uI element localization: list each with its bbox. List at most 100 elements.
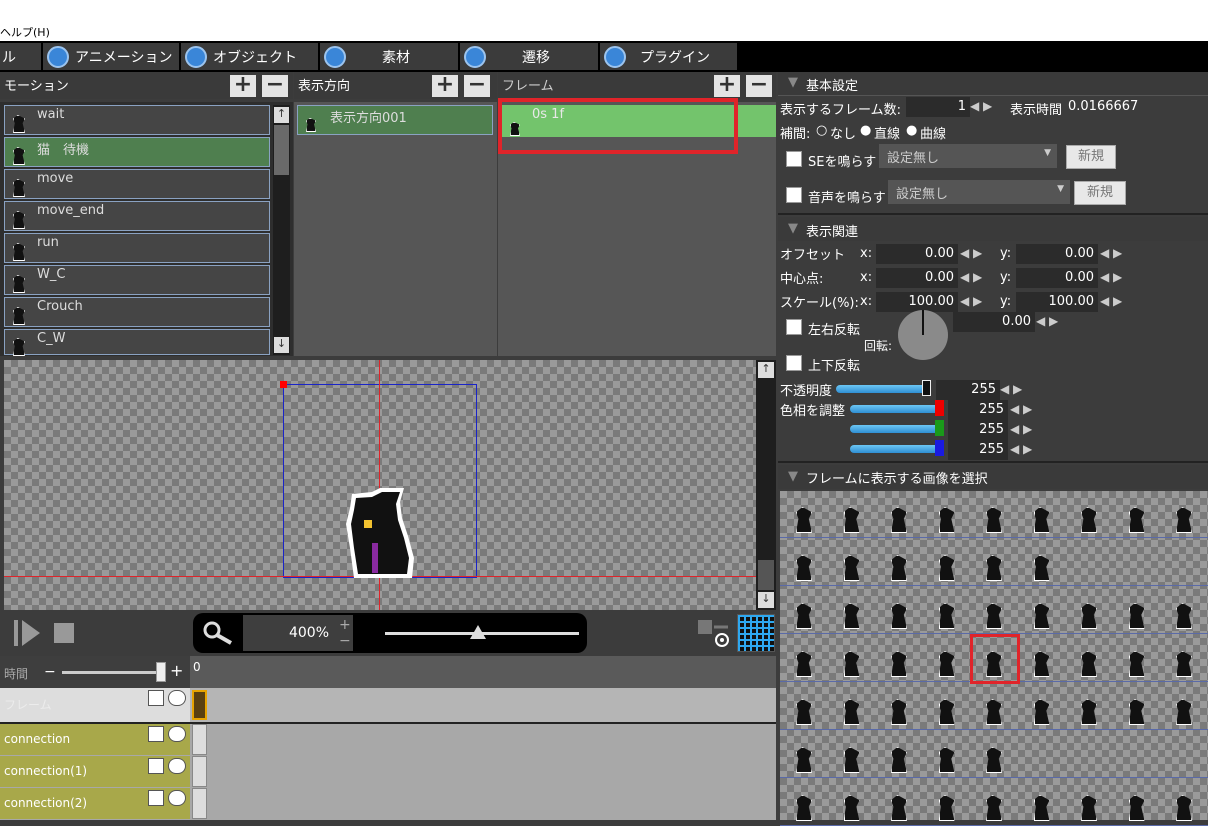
sprite-cell[interactable] [938,555,955,581]
offset-x-field[interactable]: 0.00 [876,244,958,264]
hue-b-field[interactable]: 255 [948,440,1008,460]
voice-dropdown[interactable]: 設定無し ▼ [888,180,1070,204]
sprite-cell[interactable] [1081,603,1097,629]
rotation-stepper[interactable]: ◀ ▶ [1036,314,1066,334]
center-y-field[interactable]: 0.00 [1016,268,1098,288]
se-new-button[interactable]: 新規 [1066,145,1116,169]
hue-r-thumb[interactable] [935,400,944,416]
center-x-stepper[interactable]: ◀ ▶ [960,270,990,290]
sprite-cell[interactable] [843,507,860,533]
add-direction-button[interactable]: + [432,74,458,97]
sprite-cell[interactable] [1128,795,1145,821]
hue-g-slider[interactable] [850,425,940,433]
sprite-cell[interactable] [1033,507,1050,533]
zoom-slider-thumb[interactable] [470,625,486,639]
offset-x-stepper[interactable]: ◀ ▶ [960,246,990,266]
sprite-cell[interactable] [843,651,860,677]
motion-item[interactable]: move [4,169,270,199]
sprite-sheet-grid[interactable] [780,491,1208,826]
sprite-cell[interactable] [938,795,955,821]
center-y-stepper[interactable]: ◀ ▶ [1100,270,1130,290]
offset-y-stepper[interactable]: ◀ ▶ [1100,246,1130,266]
scale-y-field[interactable]: 100.00 [1016,292,1098,312]
display-settings-header[interactable]: ▼ 表示関連 [778,217,1208,241]
motion-item[interactable]: run [4,233,270,263]
sprite-cell[interactable] [1128,507,1145,533]
sprite-cell[interactable] [1081,507,1097,533]
tab-plugin[interactable]: プラグイン [600,43,738,70]
sprite-cell[interactable] [796,651,812,677]
sprite-cell[interactable] [891,651,907,677]
voice-checkbox[interactable] [786,187,802,203]
motion-item[interactable]: W_C [4,265,270,295]
camera-toggle-icon[interactable] [698,618,734,648]
tab-animation[interactable]: アニメーション [43,43,180,70]
scale-y-stepper[interactable]: ◀ ▶ [1100,294,1130,314]
sprite-cell[interactable] [891,603,907,629]
scroll-down-icon[interactable]: ↓ [758,592,774,608]
menu-help[interactable]: ヘルプ(H) [0,26,50,39]
sprite-cell[interactable] [1128,651,1145,677]
flip-horizontal-checkbox[interactable] [786,319,802,335]
hue-b-slider[interactable] [850,445,940,453]
center-x-field[interactable]: 0.00 [876,268,958,288]
eye-icon[interactable] [168,690,186,706]
grid-toggle-icon[interactable] [737,614,775,652]
zoom-in-icon[interactable]: + [339,617,351,633]
interp-linear-radio[interactable]: ● [860,123,871,138]
remove-motion-button[interactable]: − [262,74,288,97]
direction-item[interactable]: 表示方向001 [297,105,493,135]
sprite-cell[interactable] [891,507,907,533]
rotation-field[interactable]: 0.00 [953,312,1035,332]
keyframe-cell[interactable] [192,724,207,755]
add-motion-button[interactable]: + [230,74,256,97]
image-select-header[interactable]: ▼ フレームに表示する画像を選択 [778,465,1208,489]
sprite-cell[interactable] [1128,699,1145,725]
sprite-cell[interactable] [938,507,955,533]
flip-vertical-checkbox[interactable] [786,355,802,371]
keyframe-cell[interactable] [192,788,207,819]
sprite-cell[interactable] [1081,651,1097,677]
sprite-cell[interactable] [1128,603,1145,629]
origin-handle[interactable] [280,381,287,388]
sprite-cell[interactable] [1033,555,1050,581]
sprite-cell[interactable] [796,747,812,773]
sprite-cell[interactable] [843,699,860,725]
hue-g-thumb[interactable] [935,420,944,436]
sprite-cell[interactable] [843,603,860,629]
timeline-row[interactable]: フレーム [0,688,776,722]
sprite-cell[interactable] [891,747,907,773]
sprite-cell[interactable] [796,507,812,533]
sprite-cell[interactable] [843,555,860,581]
motion-item-selected[interactable]: 猫 待機 [4,137,270,167]
zoom-field[interactable]: 400% [243,615,353,651]
motion-item[interactable]: Crouch [4,297,270,327]
sprite-cell[interactable] [1176,699,1192,725]
stop-icon[interactable] [54,623,74,643]
timeline-zoom-slider[interactable] [62,671,166,674]
hue-r-slider[interactable] [850,405,940,413]
se-checkbox[interactable] [786,151,802,167]
sprite-cell[interactable] [796,795,812,821]
sprite-cell[interactable] [986,603,1002,629]
keyframe-cell-selected[interactable] [192,690,207,720]
sprite-cell[interactable] [796,603,812,629]
sprite-cell[interactable] [843,795,860,821]
play-icon[interactable] [14,620,40,646]
voice-new-button[interactable]: 新規 [1074,181,1126,205]
scroll-up-icon[interactable]: ↑ [274,107,289,123]
hue-b-thumb[interactable] [935,440,944,456]
scroll-down-icon[interactable]: ↓ [274,337,289,353]
hue-g-field[interactable]: 255 [948,420,1008,440]
lock-icon[interactable] [148,790,164,806]
lock-icon[interactable] [148,758,164,774]
timeline-zoom-thumb[interactable] [156,662,166,682]
sprite-cell[interactable] [1033,699,1050,725]
timeline-row[interactable]: connection [0,724,776,756]
sprite-cell[interactable] [938,699,955,725]
lock-icon[interactable] [148,726,164,742]
eye-icon[interactable] [168,790,186,806]
sprite-cell[interactable] [1081,795,1097,821]
scroll-up-icon[interactable]: ↑ [758,362,774,378]
sprite-cell[interactable] [1176,507,1192,533]
